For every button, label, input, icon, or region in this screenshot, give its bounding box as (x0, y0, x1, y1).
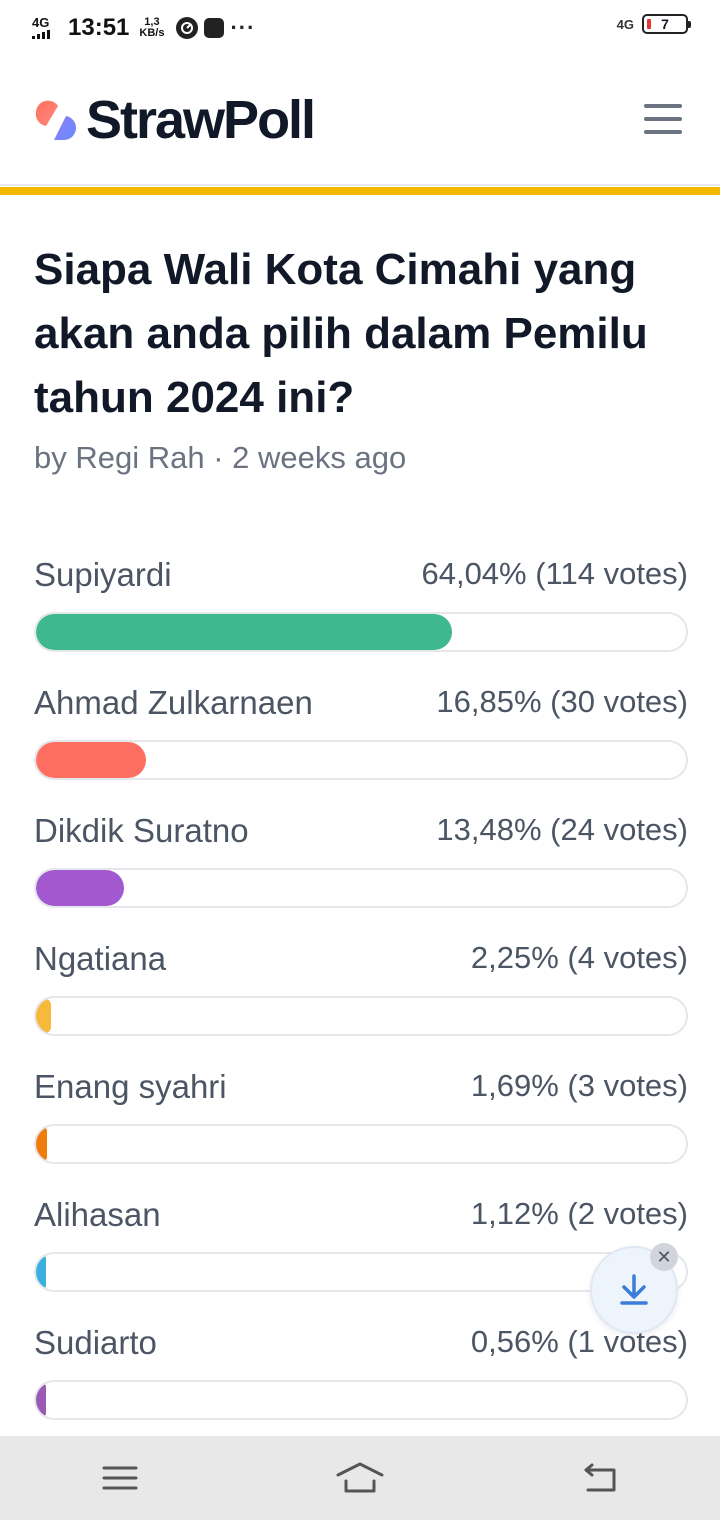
site-header: StrawPoll (0, 56, 720, 184)
logo-text: StrawPoll (86, 90, 316, 150)
option-vote-stat: 1,69% (3 votes) (470, 1068, 688, 1103)
option-vote-stat: 0,56% (1 votes) (470, 1324, 688, 1359)
poll-option: Sudiarto 0,56% (1 votes) (34, 1322, 688, 1450)
result-bar-track (34, 740, 688, 780)
speed-unit: KB/s (139, 27, 165, 39)
result-bar-fill (36, 870, 124, 906)
more-notifications-icon: ··· (230, 15, 256, 40)
close-icon[interactable]: ✕ (650, 1243, 678, 1271)
status-time: 13:51 (68, 14, 130, 41)
result-bar-fill (36, 1254, 46, 1290)
option-label: Supiyardi (34, 556, 172, 593)
poll-meta: by Regi Rah · 2 weeks ago (34, 440, 407, 475)
status-bar: 4G 13:51 1,3 KB/s ··· 4G 7 (0, 0, 720, 56)
menu-icon (102, 1466, 138, 1490)
notification-bag-icon (204, 18, 225, 38)
system-nav-bar (0, 1436, 720, 1520)
poll-results: Supiyardi 64,04% (114 votes) Ahmad Zulkarn… (34, 554, 688, 1450)
result-bar-track (34, 996, 688, 1036)
battery-icon: 7 (642, 14, 691, 34)
option-label: Sudiarto (34, 1324, 157, 1361)
poll-option: Enang syahri 1,69% (3 votes) (34, 1066, 688, 1194)
menu-icon[interactable] (644, 104, 682, 134)
signal-icon: 4G (32, 15, 56, 39)
network-type-right: 4G (616, 16, 634, 32)
network-speed: 1,3 KB/s (139, 17, 164, 39)
result-bar-fill (36, 1126, 47, 1162)
option-label: Alihasan (34, 1196, 161, 1233)
option-vote-stat: 1,12% (2 votes) (470, 1196, 688, 1231)
result-bar-track (34, 612, 688, 652)
result-bar-fill (36, 1382, 46, 1418)
poll-title: Siapa Wali Kota Cimahi yang akan anda pi… (34, 245, 648, 422)
header-divider (0, 184, 720, 186)
accent-divider (0, 187, 720, 195)
download-icon (620, 1274, 648, 1305)
home-nav-button[interactable] (330, 1448, 390, 1508)
poll-option: Ahmad Zulkarnaen 16,85% (30 votes) (34, 682, 688, 810)
back-icon (584, 1463, 616, 1492)
option-vote-stat: 64,04% (114 votes) (421, 556, 688, 591)
menu-nav-button[interactable] (90, 1448, 150, 1508)
poll-option: Supiyardi 64,04% (114 votes) (34, 554, 688, 682)
poll-option: Ngatiana 2,25% (4 votes) (34, 938, 688, 1066)
option-label: Dikdik Suratno (34, 812, 249, 849)
result-bar-fill (36, 742, 146, 778)
back-nav-button[interactable] (570, 1448, 630, 1508)
option-vote-stat: 13,48% (24 votes) (436, 812, 688, 847)
battery-level: 7 (661, 16, 669, 32)
option-label: Ngatiana (34, 940, 167, 977)
result-bar-track (34, 1124, 688, 1164)
option-vote-stat: 16,85% (30 votes) (436, 684, 688, 719)
option-label: Ahmad Zulkarnaen (34, 684, 313, 721)
result-bar-track (34, 868, 688, 908)
result-bar-fill (36, 614, 453, 650)
option-vote-stat: 2,25% (4 votes) (470, 940, 688, 975)
home-icon (336, 1462, 384, 1493)
poll-option: Dikdik Suratno 13,48% (24 votes) (34, 810, 688, 938)
poll-option: Alihasan 1,12% (2 votes) (34, 1194, 688, 1322)
strawpoll-logo[interactable]: StrawPoll (32, 89, 316, 151)
result-bar-track (34, 1380, 688, 1420)
network-type: 4G (32, 15, 50, 30)
result-bar-fill (36, 998, 51, 1034)
notification-app-icon (176, 17, 199, 39)
option-label: Enang syahri (34, 1068, 227, 1105)
strawpoll-logo-icon (35, 100, 77, 140)
close-glyph: ✕ (656, 1246, 672, 1267)
